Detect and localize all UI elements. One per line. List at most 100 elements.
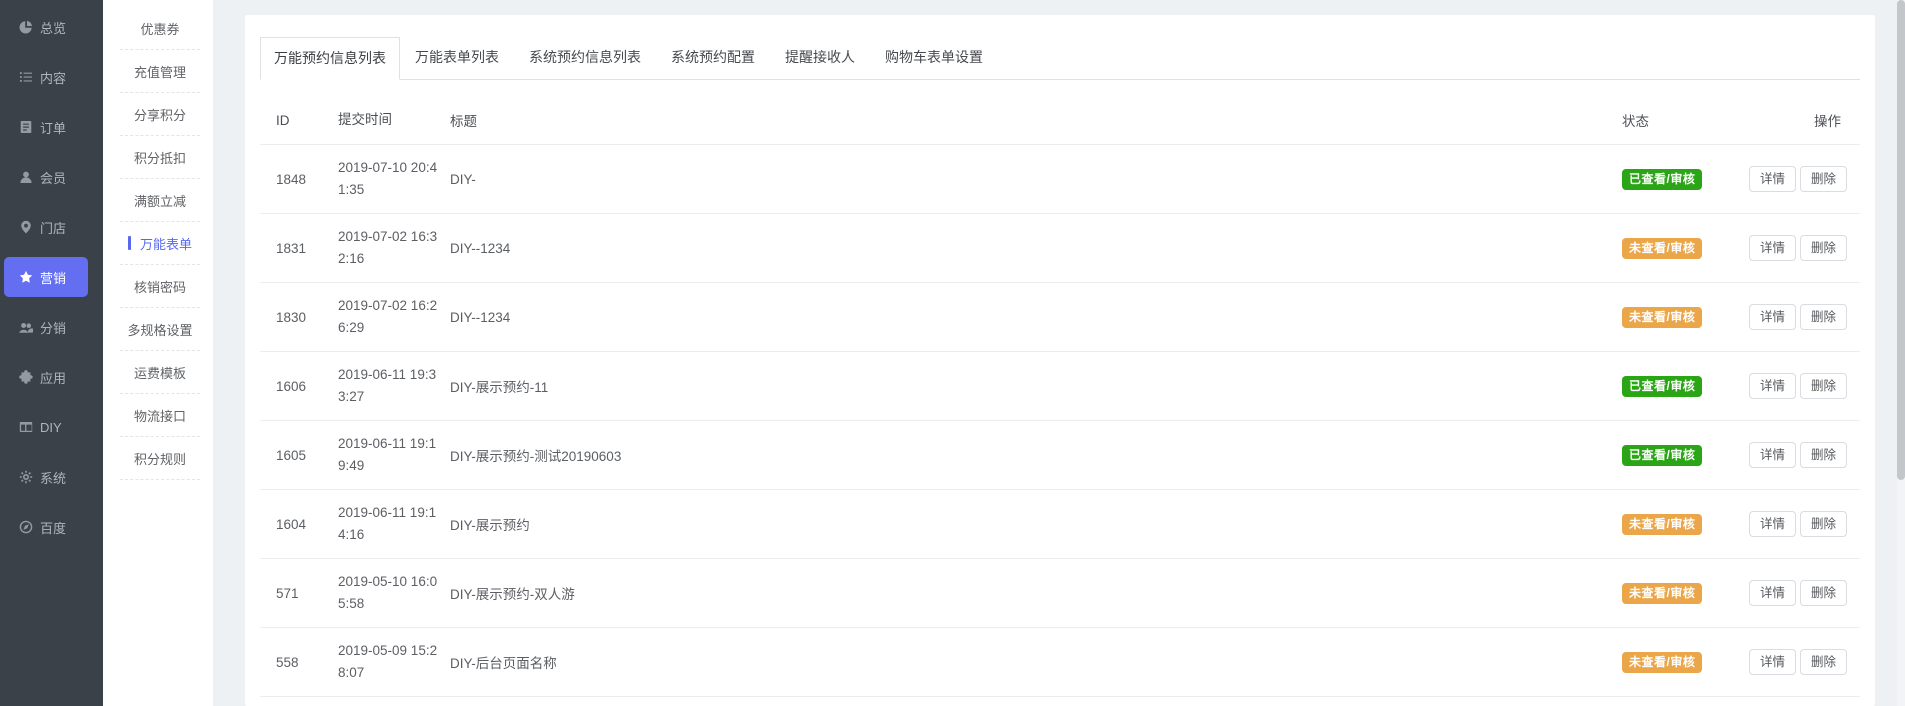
sidebar-item-百度[interactable]: 百度	[0, 502, 103, 552]
sidebar-item-会员[interactable]: 会员	[0, 152, 103, 202]
cell-title: DIY--1234	[450, 240, 511, 256]
status-badge: 已查看/审核	[1622, 375, 1703, 397]
detail-button[interactable]: 详情	[1749, 235, 1796, 261]
cell-submit-time: 2019-07-10 20:41:35	[338, 160, 438, 197]
star-icon	[18, 270, 33, 285]
table-row: 1830 2019-07-02 16:26:29 DIY--1234 未查看/审核 详情…	[260, 283, 1860, 352]
cell-title: DIY-展示预约	[450, 518, 530, 533]
sub-sidebar: 优惠券 充值管理分享积分积分抵扣满额立减万能表单 核销密码 多规格设置运费模板物流接口…	[103, 0, 213, 706]
sidebar-item-label: 会员	[40, 170, 67, 186]
detail-button[interactable]: 详情	[1749, 166, 1796, 192]
submenu-item-label: 运费模板	[133, 365, 186, 381]
submenu-item-积分规则[interactable]: 积分规则	[120, 437, 200, 480]
sidebar-item-label: 分销	[40, 320, 67, 336]
column-header-status: 状态	[1622, 114, 1649, 129]
sidebar-item-label: 总览	[40, 20, 67, 36]
cell-id: 1848	[276, 171, 307, 187]
submenu-item-运费模板[interactable]: 运费模板	[120, 351, 200, 394]
cell-actions: 详情 删除	[1745, 442, 1847, 468]
delete-button[interactable]: 删除	[1800, 166, 1847, 192]
submenu-item-满额立减[interactable]: 满额立减	[120, 179, 200, 222]
delete-button[interactable]: 删除	[1800, 235, 1847, 261]
table-row: 1831 2019-07-02 16:32:16 DIY--1234 未查看/审核 详情…	[260, 214, 1860, 283]
column-header-time: 提交时间	[338, 112, 392, 127]
delete-button[interactable]: 删除	[1800, 649, 1847, 675]
submenu-item-物流接口[interactable]: 物流接口	[120, 394, 200, 437]
cell-actions: 详情 删除	[1745, 304, 1847, 330]
content-card: 万能预约信息列表 万能表单列表 系统预约信息列表 系统预约配置 提醒接收人 购物车表单设置…	[245, 15, 1875, 706]
sidebar-item-系统[interactable]: 系统	[0, 452, 103, 502]
submenu-item-优惠券[interactable]: 优惠券	[120, 7, 200, 50]
list-icon	[18, 70, 33, 85]
delete-button[interactable]: 删除	[1800, 511, 1847, 537]
detail-button[interactable]: 详情	[1749, 304, 1796, 330]
cell-title: DIY-展示预约-11	[450, 380, 549, 395]
cell-submit-time: 2019-07-02 16:26:29	[338, 298, 438, 335]
cell-actions: 详情 删除	[1745, 235, 1847, 261]
submenu-item-分享积分[interactable]: 分享积分	[120, 93, 200, 136]
main-sidebar: 总览内容 订单会员门店营销分销应用 DIY 系统 百度	[0, 0, 103, 706]
cell-id: 1831	[276, 240, 307, 256]
submenu-item-label: 分享积分	[133, 107, 186, 123]
status-badge: 未查看/审核	[1622, 582, 1703, 604]
submenu-item-label: 满额立减	[133, 193, 186, 209]
table-row: 1605 2019-06-11 19:19:49 DIY-展示预约-测试201906…	[260, 421, 1860, 490]
delete-button[interactable]: 删除	[1800, 580, 1847, 606]
table-row: 1606 2019-06-11 19:33:27 DIY-展示预约-11 已查看/审核…	[260, 352, 1860, 421]
cell-status: 已查看/审核	[1622, 168, 1745, 190]
cell-actions: 详情 删除	[1745, 166, 1847, 192]
sidebar-item-订单[interactable]: 订单	[0, 102, 103, 152]
user-icon	[18, 170, 33, 185]
cell-status: 未查看/审核	[1622, 237, 1745, 259]
cell-submit-time: 2019-06-11 19:19:49	[338, 436, 437, 473]
cell-status: 未查看/审核	[1622, 582, 1745, 604]
scrollbar-thumb[interactable]	[1897, 0, 1905, 480]
tab-bar: 万能预约信息列表 万能表单列表 系统预约信息列表 系统预约配置 提醒接收人 购物车表单设置	[260, 37, 1860, 80]
cell-status: 未查看/审核	[1622, 513, 1745, 535]
tab-系统预约信息列表[interactable]: 系统预约信息列表	[514, 37, 656, 78]
cell-id: 1605	[276, 447, 307, 463]
submenu-item-充值管理[interactable]: 充值管理	[120, 50, 200, 93]
detail-button[interactable]: 详情	[1749, 649, 1796, 675]
submenu-item-多规格设置[interactable]: 多规格设置	[120, 308, 200, 351]
delete-button[interactable]: 删除	[1800, 442, 1847, 468]
status-badge: 已查看/审核	[1622, 444, 1703, 466]
status-badge: 未查看/审核	[1622, 306, 1703, 328]
submenu-item-核销密码[interactable]: 核销密码	[120, 265, 200, 308]
delete-button[interactable]: 删除	[1800, 373, 1847, 399]
table-header: ID 提交时间 标题 状态 操作	[260, 80, 1860, 145]
cell-status: 未查看/审核	[1622, 306, 1745, 328]
sidebar-item-营销[interactable]: 营销	[4, 257, 88, 297]
cell-status: 已查看/审核	[1622, 444, 1745, 466]
delete-button[interactable]: 删除	[1800, 304, 1847, 330]
sidebar-item-label: 应用	[40, 370, 67, 386]
tab-系统预约配置[interactable]: 系统预约配置	[656, 37, 770, 78]
cell-title: DIY--1234	[450, 309, 511, 325]
tab-万能预约信息列表[interactable]: 万能预约信息列表	[260, 37, 400, 80]
table-row: 558 2019-05-09 15:28:07 DIY-后台页面名称 未查看/审核 详情…	[260, 628, 1860, 697]
page-scrollbar	[1897, 0, 1905, 706]
puzzle-icon	[18, 370, 33, 385]
records-table: ID 提交时间 标题 状态 操作 1848 2019-07-10 20:41:35…	[260, 80, 1860, 697]
detail-button[interactable]: 详情	[1749, 511, 1796, 537]
detail-button[interactable]: 详情	[1749, 442, 1796, 468]
cell-id: 1606	[276, 378, 307, 394]
sidebar-item-门店[interactable]: 门店	[0, 202, 103, 252]
detail-button[interactable]: 详情	[1749, 373, 1796, 399]
detail-button[interactable]: 详情	[1749, 580, 1796, 606]
sidebar-item-总览[interactable]: 总览	[0, 2, 103, 52]
cell-actions: 详情 删除	[1745, 649, 1847, 675]
tab-购物车表单设置[interactable]: 购物车表单设置	[870, 37, 998, 78]
sidebar-item-内容[interactable]: 内容	[0, 52, 103, 102]
sidebar-item-DIY[interactable]: DIY	[0, 402, 103, 452]
sidebar-item-分销[interactable]: 分销	[0, 302, 103, 352]
tab-提醒接收人[interactable]: 提醒接收人	[770, 37, 870, 78]
submenu-item-积分抵扣[interactable]: 积分抵扣	[120, 136, 200, 179]
table-row: 571 2019-05-10 16:05:58 DIY-展示预约-双人游 未查看/审核…	[260, 559, 1860, 628]
status-badge: 未查看/审核	[1622, 513, 1703, 535]
cell-submit-time: 2019-05-10 16:05:58	[338, 574, 438, 611]
sidebar-item-label: 门店	[40, 220, 67, 236]
submenu-item-万能表单[interactable]: 万能表单	[120, 222, 200, 265]
tab-万能表单列表[interactable]: 万能表单列表	[400, 37, 514, 78]
sidebar-item-应用[interactable]: 应用	[0, 352, 103, 402]
